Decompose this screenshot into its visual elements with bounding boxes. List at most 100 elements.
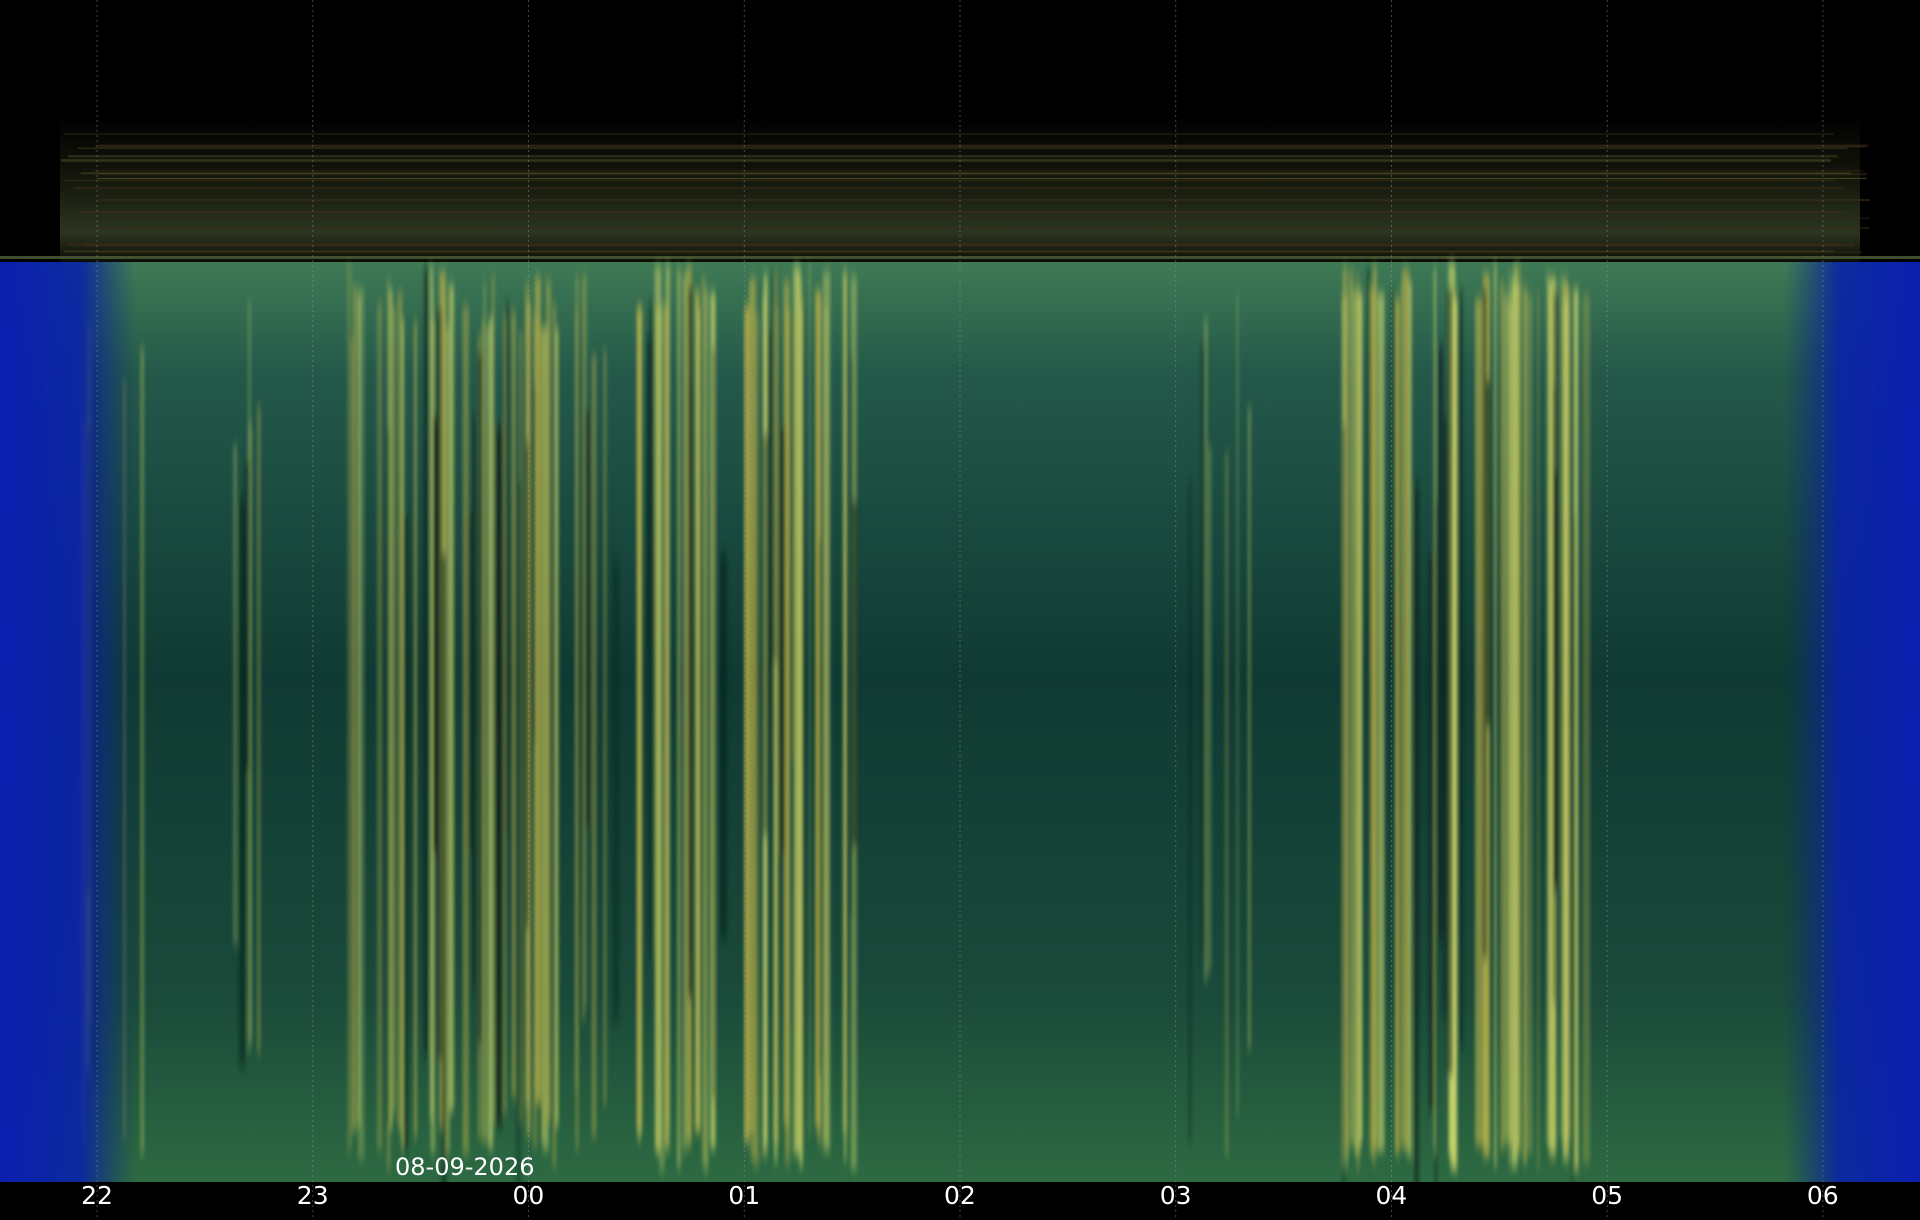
dusk-twilight xyxy=(0,262,135,1182)
aurora-streak xyxy=(677,268,681,1169)
aurora-streak xyxy=(1402,268,1410,1151)
dark-gap xyxy=(648,301,655,956)
tick-label-00: 00 xyxy=(513,1181,545,1210)
aurora-streak xyxy=(753,313,760,1168)
tick-label-03: 03 xyxy=(1160,1181,1192,1210)
keogram-chart: 22 23 00 01 02 03 04 05 06 08-09-2026 xyxy=(0,0,1920,1220)
aurora-streak xyxy=(488,317,494,1150)
tick-label-01: 01 xyxy=(728,1181,760,1210)
dark-gap xyxy=(386,427,390,1125)
band-line xyxy=(92,251,1863,254)
dark-gap xyxy=(1429,554,1435,1112)
dark-gap xyxy=(850,356,853,920)
dark-gap xyxy=(516,479,522,1220)
dark-gap xyxy=(851,499,858,848)
band-line xyxy=(67,154,1838,158)
dark-gap xyxy=(1485,380,1491,727)
aurora-streak xyxy=(482,319,485,1144)
dark-gap xyxy=(767,329,772,757)
dark-gap xyxy=(495,426,503,1126)
aurora-streak xyxy=(1225,451,1229,1157)
tick-label-22: 22 xyxy=(81,1181,113,1210)
dark-gap xyxy=(1200,342,1206,957)
aurora-streak xyxy=(1350,284,1353,1141)
aurora-streak xyxy=(414,320,417,1139)
dark-gap xyxy=(688,285,692,999)
tick-label-23: 23 xyxy=(297,1181,329,1210)
aurora-streak xyxy=(701,275,706,1164)
dawn-twilight xyxy=(1785,262,1920,1182)
aurora-streak xyxy=(353,284,357,1132)
aurora-streak xyxy=(233,443,238,945)
band-line xyxy=(99,226,1870,229)
aurora-streak xyxy=(1511,280,1518,1169)
aurora-streak xyxy=(591,354,597,1138)
band-line xyxy=(96,177,1867,180)
aurora-streak xyxy=(1559,275,1568,1141)
aurora-streak xyxy=(1475,298,1483,1147)
dark-gap xyxy=(506,303,509,837)
dark-gap xyxy=(1446,288,1453,1076)
band-line xyxy=(60,159,1831,162)
band-line xyxy=(99,199,1870,202)
dark-gap xyxy=(1458,318,1462,895)
dark-gap xyxy=(1367,267,1370,674)
dark-gap xyxy=(1188,480,1192,1142)
band-line xyxy=(77,147,1848,149)
dark-gap xyxy=(585,408,591,829)
aurora-streak xyxy=(393,307,396,1113)
dark-gap xyxy=(1438,345,1443,941)
aurora-streak xyxy=(541,327,545,1141)
aurora-streak xyxy=(1526,293,1533,1154)
aurora-streak xyxy=(1582,294,1591,1165)
aurora-streak xyxy=(1536,291,1540,1170)
dark-gap xyxy=(441,554,447,1220)
dark-gap xyxy=(424,266,429,1057)
dark-gap xyxy=(403,514,408,1151)
band-line xyxy=(64,179,1835,182)
dark-gap xyxy=(712,348,715,1100)
dark-gap xyxy=(1414,484,1419,1220)
aurora-streak xyxy=(1395,297,1400,1155)
band-line xyxy=(93,169,1864,172)
dark-gap xyxy=(472,415,476,988)
aurora-streak xyxy=(1508,270,1511,1168)
dark-gap xyxy=(612,558,619,1022)
tick-label-04: 04 xyxy=(1376,1181,1408,1210)
dark-gap xyxy=(244,459,250,773)
aurora-streak xyxy=(575,311,578,1092)
dark-gap xyxy=(819,540,822,1074)
dark-gap xyxy=(239,497,246,1066)
aurora-streak xyxy=(397,292,403,1131)
dark-gap xyxy=(432,416,439,853)
aurora-streak xyxy=(357,288,365,1160)
dark-gap xyxy=(1572,516,1576,1220)
aurora-streak xyxy=(1377,292,1385,1152)
band-line xyxy=(98,144,1869,147)
aurora-streak xyxy=(808,263,811,1137)
aurora-streak xyxy=(534,323,542,1096)
aurora-streak xyxy=(1356,276,1360,1171)
aurora-streak xyxy=(822,271,831,1153)
aurora-streak xyxy=(511,310,516,1099)
aurora-streak xyxy=(257,405,261,1054)
aurora-streak xyxy=(346,264,352,1153)
dark-gap xyxy=(468,511,472,851)
aurora-streak xyxy=(1236,295,1239,1116)
aurora-streak xyxy=(1208,445,1212,973)
dark-gap xyxy=(478,352,483,1044)
aurora-streak xyxy=(697,307,701,1132)
aurora-streak xyxy=(683,273,686,1153)
band-line xyxy=(63,133,1834,135)
aurora-streak xyxy=(745,303,748,1146)
aurora-streak xyxy=(1248,405,1251,1051)
tick-label-05: 05 xyxy=(1591,1181,1623,1210)
aurora-streak xyxy=(1522,286,1528,1164)
aurora-streak xyxy=(430,265,433,1120)
aurora-streak xyxy=(844,270,847,1162)
aurora-streak xyxy=(462,305,469,1156)
dark-gap xyxy=(720,554,727,938)
dark-gap xyxy=(779,425,785,854)
tick-label-02: 02 xyxy=(944,1181,976,1210)
aurora-streak xyxy=(664,303,669,1146)
